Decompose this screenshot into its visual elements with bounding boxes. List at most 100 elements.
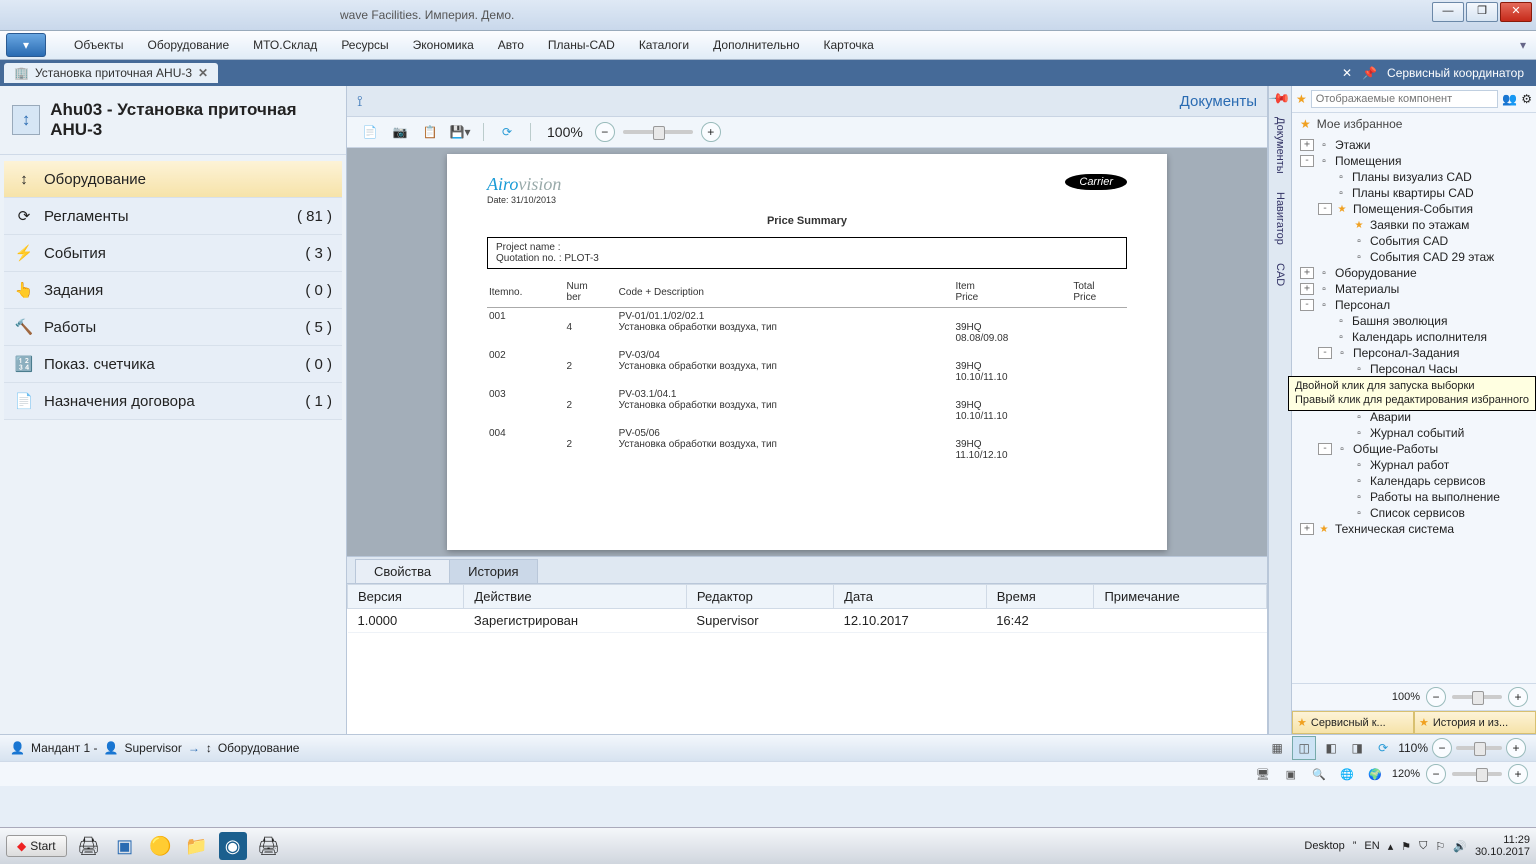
- vtab-navigator[interactable]: Навигатор: [1272, 184, 1288, 253]
- nav-Назначения договора[interactable]: 📄Назначения договора( 1 ): [4, 383, 342, 420]
- zoom-slider[interactable]: [1452, 695, 1502, 699]
- nav-Работы[interactable]: 🔨Работы( 5 ): [4, 309, 342, 346]
- desktop-label[interactable]: Desktop: [1304, 840, 1344, 852]
- menu-Планы-CAD[interactable]: Планы-CAD: [536, 38, 627, 52]
- zoom-out-button[interactable]: −: [1426, 687, 1446, 707]
- nav-События[interactable]: ⚡События( 3 ): [4, 235, 342, 272]
- pin-icon[interactable]: 📌: [1268, 86, 1292, 110]
- close-panel-icon[interactable]: ✕: [1342, 66, 1352, 80]
- tray-net-icon[interactable]: ⛉: [1419, 840, 1427, 853]
- history-grid[interactable]: ВерсияДействиеРедакторДатаВремяПримечани…: [347, 583, 1267, 734]
- nav-Показ. счетчика[interactable]: 🔢Показ. счетчика( 0 ): [4, 346, 342, 383]
- tree-node[interactable]: ▫Календарь исполнителя: [1292, 329, 1536, 345]
- save-icon[interactable]: 💾▾: [449, 121, 471, 143]
- vtab-documents[interactable]: Документы: [1272, 109, 1288, 182]
- app-menu-button[interactable]: ▾: [6, 33, 46, 57]
- tray-up-icon[interactable]: ▴: [1388, 840, 1394, 853]
- restore-button[interactable]: ❐: [1466, 2, 1498, 22]
- tray-sec-icon[interactable]: ⚑: [1401, 840, 1411, 853]
- monitor-icon[interactable]: 🖥: [1252, 763, 1274, 785]
- zoom-in-button[interactable]: +: [1506, 738, 1526, 758]
- zoom-out-button[interactable]: −: [1432, 738, 1452, 758]
- tree-node[interactable]: ▫Персонал Часы: [1292, 361, 1536, 377]
- tree-node[interactable]: +★Техническая система: [1292, 521, 1536, 537]
- zoom-slider[interactable]: [1456, 746, 1502, 750]
- menu-expand-icon[interactable]: ▾: [1520, 38, 1536, 52]
- nav-Регламенты[interactable]: ⟳Регламенты( 81 ): [4, 198, 342, 235]
- search-icon[interactable]: 🔍: [1308, 763, 1330, 785]
- tree-node[interactable]: ▫Башня эволюция: [1292, 313, 1536, 329]
- app-icon[interactable]: ◉: [219, 832, 247, 860]
- tree-node[interactable]: ★Заявки по этажам: [1292, 217, 1536, 233]
- vtab-cad[interactable]: CAD: [1272, 255, 1288, 294]
- zoom-in-button[interactable]: +: [1508, 764, 1528, 784]
- doc-tab-ahu3[interactable]: 🏢 Установка приточная AHU-3 ✕: [4, 63, 218, 83]
- tab-properties[interactable]: Свойства: [355, 559, 450, 583]
- window-icon[interactable]: ▣: [1280, 763, 1302, 785]
- zoom-in-button[interactable]: +: [1508, 687, 1528, 707]
- menu-Авто[interactable]: Авто: [486, 38, 536, 52]
- zoom-out-button[interactable]: −: [595, 122, 615, 142]
- tree-node[interactable]: ▫Планы визуализ CAD: [1292, 169, 1536, 185]
- refresh-icon[interactable]: ⟳: [496, 121, 518, 143]
- menu-Ресурсы[interactable]: Ресурсы: [329, 38, 400, 52]
- zoom-slider[interactable]: [623, 130, 693, 134]
- users-icon[interactable]: 👥: [1502, 92, 1517, 106]
- camera-icon[interactable]: 📷: [389, 121, 411, 143]
- layout3-icon[interactable]: ◨: [1346, 737, 1368, 759]
- menu-Каталоги[interactable]: Каталоги: [627, 38, 701, 52]
- tree-node[interactable]: +▫Материалы: [1292, 281, 1536, 297]
- pin-icon[interactable]: ⟟: [357, 93, 363, 110]
- close-button[interactable]: ✕: [1500, 2, 1532, 22]
- refresh-icon[interactable]: ⟳: [1372, 737, 1394, 759]
- tree-node[interactable]: ▫Аварии: [1292, 409, 1536, 425]
- tree-node[interactable]: ▫Работы на выполнение: [1292, 489, 1536, 505]
- tree-node[interactable]: -▫Персонал-Задания: [1292, 345, 1536, 361]
- tab-history[interactable]: История: [449, 559, 537, 583]
- explorer-icon[interactable]: 📁: [183, 832, 211, 860]
- menu-Карточка[interactable]: Карточка: [812, 38, 886, 52]
- menu-МТО.Склад[interactable]: МТО.Склад: [241, 38, 329, 52]
- tree-node[interactable]: ▫События CAD 29 этаж: [1292, 249, 1536, 265]
- tree-node[interactable]: ▫Календарь сервисов: [1292, 473, 1536, 489]
- tab-service-coordinator[interactable]: ★Сервисный к...: [1292, 711, 1414, 734]
- close-icon[interactable]: ✕: [198, 66, 208, 80]
- tree-node[interactable]: ▫Журнал событий: [1292, 425, 1536, 441]
- clock[interactable]: 11:29 30.10.2017: [1475, 834, 1530, 858]
- tab-history-changes[interactable]: ★История и из...: [1414, 711, 1536, 734]
- printer-icon[interactable]: 🖨: [75, 832, 103, 860]
- grid-view-icon[interactable]: ▦: [1266, 737, 1288, 759]
- zoom-in-button[interactable]: +: [701, 122, 721, 142]
- tree-node[interactable]: -▫Помещения: [1292, 153, 1536, 169]
- lang-indicator[interactable]: EN: [1364, 840, 1379, 852]
- tray-flag-icon[interactable]: ⚐: [1435, 840, 1445, 853]
- tree-node[interactable]: -▫Общие-Работы: [1292, 441, 1536, 457]
- globe2-icon[interactable]: 🌍: [1364, 763, 1386, 785]
- tree-node[interactable]: ▫Список сервисов: [1292, 505, 1536, 521]
- start-button[interactable]: ◆Start: [6, 835, 67, 857]
- new-doc-icon[interactable]: 📄: [359, 121, 381, 143]
- nav-Оборудование[interactable]: ↕Оборудование: [4, 161, 342, 198]
- pin-icon[interactable]: 📌: [1362, 66, 1377, 80]
- tree-node[interactable]: +▫Этажи: [1292, 137, 1536, 153]
- layout1-icon[interactable]: ◫: [1292, 736, 1316, 760]
- tree-node[interactable]: ▫Планы квартиры CAD: [1292, 185, 1536, 201]
- document-viewer[interactable]: Carrier Airovision Date: 31/10/2013 Pric…: [347, 148, 1267, 556]
- zoom-out-button[interactable]: −: [1426, 764, 1446, 784]
- tree-node[interactable]: -▫Персонал: [1292, 297, 1536, 313]
- tree-node[interactable]: ▫События CAD: [1292, 233, 1536, 249]
- tree-node[interactable]: ▫Журнал работ: [1292, 457, 1536, 473]
- tray-vol-icon[interactable]: 🔊: [1453, 840, 1467, 853]
- tree-node[interactable]: +▫Оборудование: [1292, 265, 1536, 281]
- menu-Оборудование[interactable]: Оборудование: [136, 38, 242, 52]
- layout2-icon[interactable]: ◧: [1320, 737, 1342, 759]
- tree-node[interactable]: -★Помещения-События: [1292, 201, 1536, 217]
- nav-Задания[interactable]: 👆Задания( 0 ): [4, 272, 342, 309]
- print-settings-icon[interactable]: 🖨: [255, 832, 283, 860]
- zoom-slider[interactable]: [1452, 772, 1502, 776]
- clipboard-icon[interactable]: 📋: [419, 121, 441, 143]
- menu-Объекты[interactable]: Объекты: [62, 38, 136, 52]
- powershell-icon[interactable]: ▣: [111, 832, 139, 860]
- menu-Экономика[interactable]: Экономика: [401, 38, 486, 52]
- search-input[interactable]: [1311, 90, 1499, 108]
